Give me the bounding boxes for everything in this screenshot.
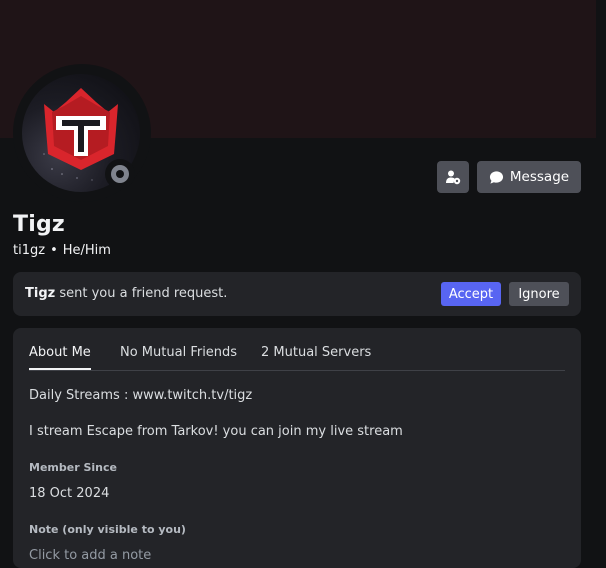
tab-about-me[interactable]: About Me xyxy=(29,345,91,370)
ignore-button[interactable]: Ignore xyxy=(509,282,569,306)
about-line-streams: Daily Streams : www.twitch.tv/tigz xyxy=(29,388,253,403)
accept-button[interactable]: Accept xyxy=(441,282,501,306)
display-name: Tigz xyxy=(13,212,65,237)
about-line-tarkov: I stream Escape from Tarkov! you can joi… xyxy=(29,424,403,439)
user-settings-icon xyxy=(446,170,461,185)
chat-bubble-icon xyxy=(489,170,503,184)
friend-request-text: sent you a friend request. xyxy=(59,286,228,301)
note-label: Note (only visible to you) xyxy=(29,523,186,536)
note-input[interactable]: Click to add a note xyxy=(29,548,151,563)
message-button[interactable]: Message xyxy=(477,161,581,193)
username[interactable]: ti1gz xyxy=(13,243,45,258)
status-indicator xyxy=(105,159,135,189)
member-since-value: 18 Oct 2024 xyxy=(29,486,110,501)
requester-name: Tigz xyxy=(25,286,56,301)
tab-mutual-servers[interactable]: 2 Mutual Servers xyxy=(261,345,371,360)
profile-details-panel: About Me No Mutual Friends 2 Mutual Serv… xyxy=(13,328,581,568)
pronouns: He/Him xyxy=(62,243,111,258)
message-button-label: Message xyxy=(509,169,570,185)
friend-options-button[interactable] xyxy=(437,161,469,193)
friend-request-bar: Tigz sent you a friend request. Accept I… xyxy=(13,272,581,316)
separator-dot: • xyxy=(50,243,58,258)
offline-status-icon xyxy=(111,165,129,183)
friend-request-message: Tigz sent you a friend request. xyxy=(25,286,227,301)
user-tag-line: ti1gz • He/Him xyxy=(13,243,111,258)
member-since-label: Member Since xyxy=(29,461,117,474)
scrollbar-track[interactable] xyxy=(596,0,606,558)
profile-tabs: About Me No Mutual Friends 2 Mutual Serv… xyxy=(29,328,565,371)
tab-mutual-friends[interactable]: No Mutual Friends xyxy=(120,345,237,360)
